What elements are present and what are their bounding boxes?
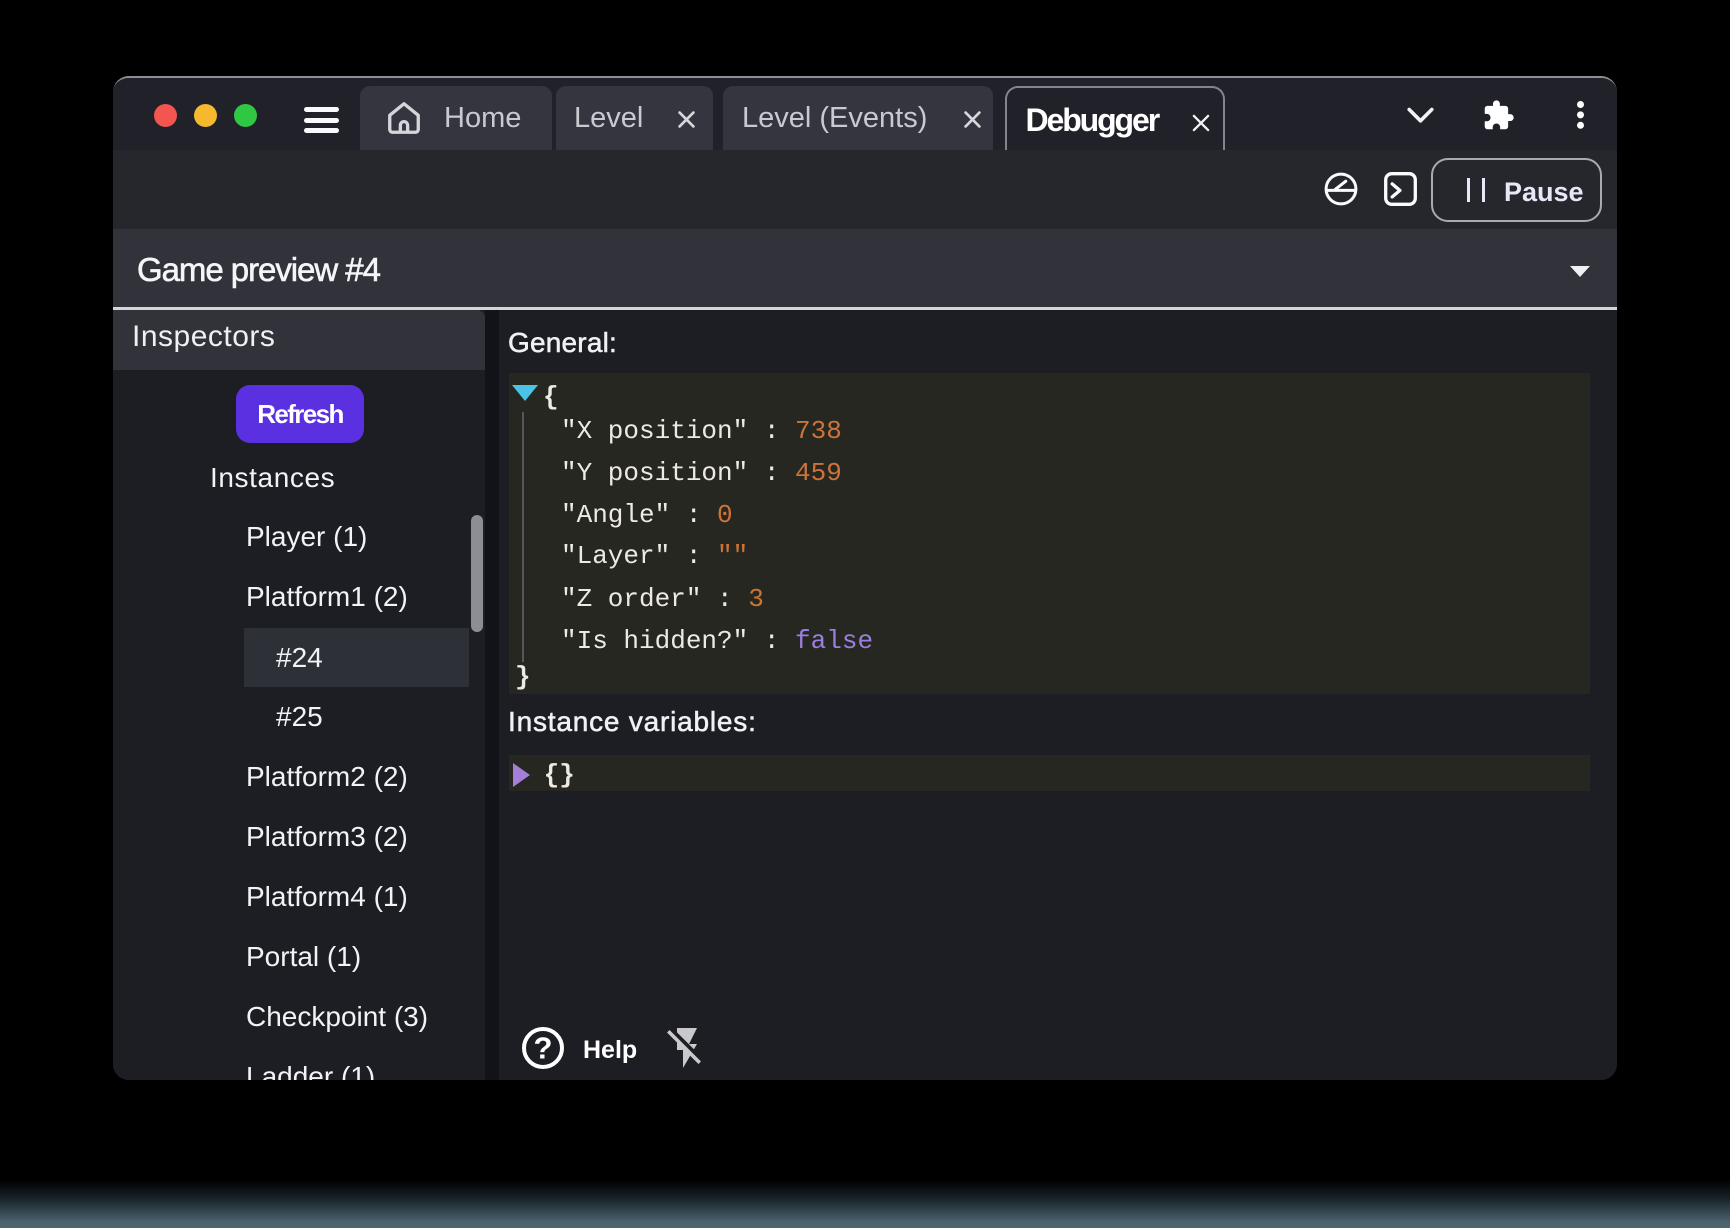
svg-text:?: ? (534, 1031, 553, 1066)
